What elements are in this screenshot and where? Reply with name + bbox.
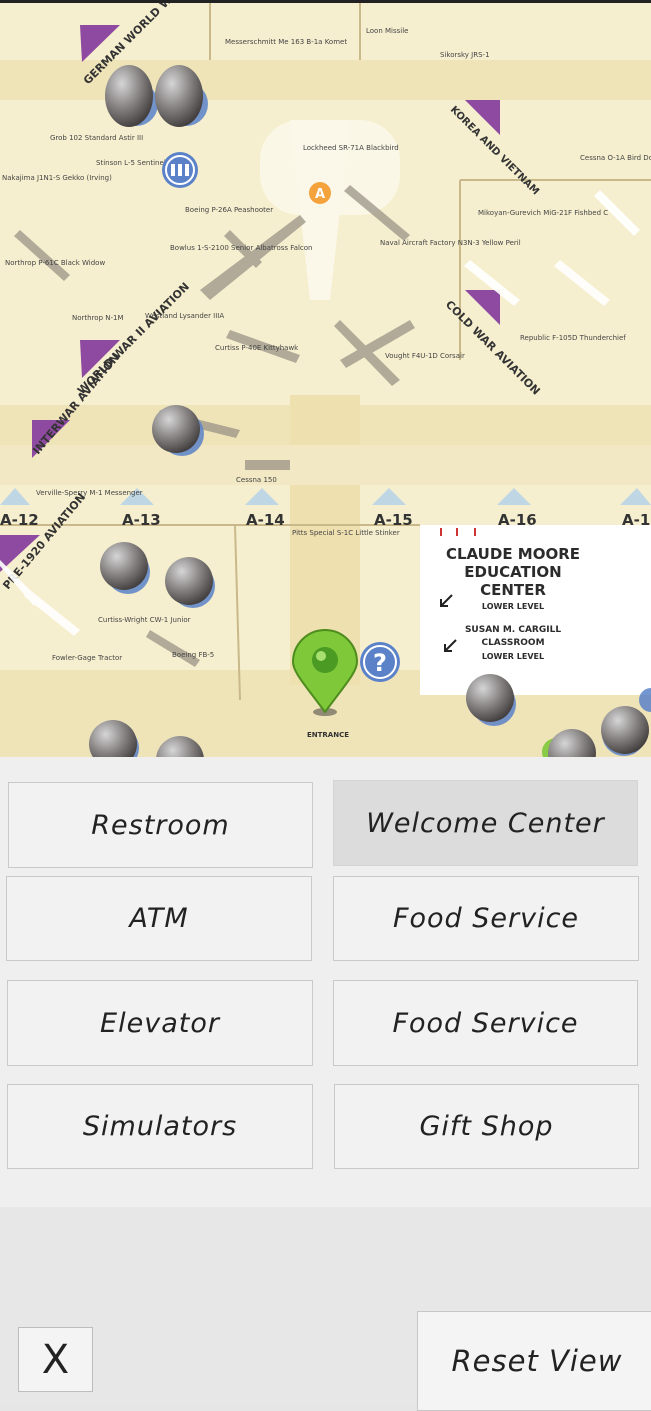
education-center-title: CLAUDE MOORE [446, 545, 580, 563]
gate-label: A-12 [0, 511, 39, 529]
poi-marker[interactable] [100, 542, 148, 590]
aircraft-label: Curtiss-Wright CW-1 Junior [98, 616, 191, 624]
map-canvas[interactable]: A-12 A-13 A-14 A-15 A-16 A-17 GERMAN WOR… [0, 0, 651, 780]
food-service-button[interactable]: Food Service [333, 876, 639, 961]
welcome-center-button[interactable]: Welcome Center [333, 780, 638, 866]
poi-marker[interactable] [152, 405, 200, 453]
simulators-button[interactable]: Simulators [7, 1084, 313, 1169]
poi-marker[interactable] [601, 706, 649, 754]
aircraft-label: Naval Aircraft Factory N3N-3 Yellow Peri… [380, 239, 521, 247]
museum-map[interactable]: A-12 A-13 A-14 A-15 A-16 A-17 GERMAN WOR… [0, 0, 651, 780]
aircraft-label: Vought F4U-1D Corsair [385, 352, 465, 360]
poi-marker[interactable] [155, 65, 203, 127]
education-center-sub: SUSAN M. CARGILL [465, 625, 561, 635]
education-center-sub: LOWER LEVEL [482, 652, 544, 661]
aircraft-label: Northrop N-1M [72, 314, 124, 322]
aircraft-label: Grob 102 Standard Astir III [50, 134, 143, 142]
aircraft-label: Boeing FB-5 [172, 651, 214, 659]
aircraft-label: Northrop P-61C Black Widow [5, 259, 105, 267]
aircraft-label: Republic F-105D Thunderchief [520, 334, 626, 342]
poi-marker[interactable] [105, 65, 153, 127]
aircraft-label: Cessna O-1A Bird Dog [580, 154, 651, 162]
reset-view-button[interactable]: Reset View [417, 1311, 651, 1411]
gate-label: A-17 [622, 511, 651, 529]
food-service-button-2[interactable]: Food Service [333, 980, 638, 1066]
gate-label: A-15 [374, 511, 413, 529]
elevator-button[interactable]: Elevator [7, 980, 313, 1066]
aircraft-label: Sikorsky JRS-1 [440, 51, 490, 59]
entrance-label: ENTRANCE [307, 731, 349, 739]
education-center-sub: LOWER LEVEL [482, 602, 544, 611]
aircraft-label: Cessna 150 [236, 476, 277, 484]
aircraft-label: Lockheed SR-71A Blackbird [303, 144, 399, 152]
poi-marker[interactable] [165, 557, 213, 605]
marker-a-icon[interactable]: A [309, 182, 331, 204]
aircraft-label: Pitts Special S-1C Little Stinker [292, 529, 400, 537]
close-button[interactable]: X [18, 1327, 93, 1392]
svg-text:?: ? [373, 649, 387, 677]
aircraft-label: Curtiss P-40E Kittyhawk [215, 344, 299, 352]
aircraft-label: Westland Lysander IIIA [145, 312, 224, 320]
aircraft-label: Bowlus 1-S-2100 Senior Albatross Falcon [170, 244, 313, 252]
gate-label: A-14 [246, 511, 285, 529]
atm-button[interactable]: ATM [6, 876, 312, 961]
education-center-sub: CLASSROOM [481, 638, 544, 648]
aircraft-label: Nakajima J1N1-S Gekko (Irving) [2, 174, 112, 182]
education-center-title: EDUCATION [464, 563, 561, 581]
aircraft-label: Loon Missile [366, 27, 408, 35]
education-center-title: CENTER [480, 581, 546, 599]
poi-marker[interactable] [466, 674, 514, 722]
gate-label: A-16 [498, 511, 537, 529]
restroom-map-icon[interactable] [162, 152, 198, 188]
info-map-icon[interactable]: ? [360, 642, 400, 682]
aircraft-label: Verville-Sperry M-1 Messenger [36, 489, 143, 497]
restroom-button[interactable]: Restroom [8, 782, 313, 868]
gate-label: A-13 [122, 511, 161, 529]
aircraft-label: Stinson L-5 Sentinel [96, 159, 166, 167]
aircraft-label: Messerschmitt Me 163 B-1a Komet [225, 38, 347, 46]
aircraft-label: Boeing P-26A Peashooter [185, 206, 273, 214]
aircraft-label: Mikoyan-Gurevich MiG-21F Fishbed C [478, 209, 608, 217]
svg-text:A: A [315, 187, 325, 202]
aircraft-label: Fowler-Gage Tractor [52, 654, 122, 662]
gift-shop-button[interactable]: Gift Shop [334, 1084, 639, 1169]
